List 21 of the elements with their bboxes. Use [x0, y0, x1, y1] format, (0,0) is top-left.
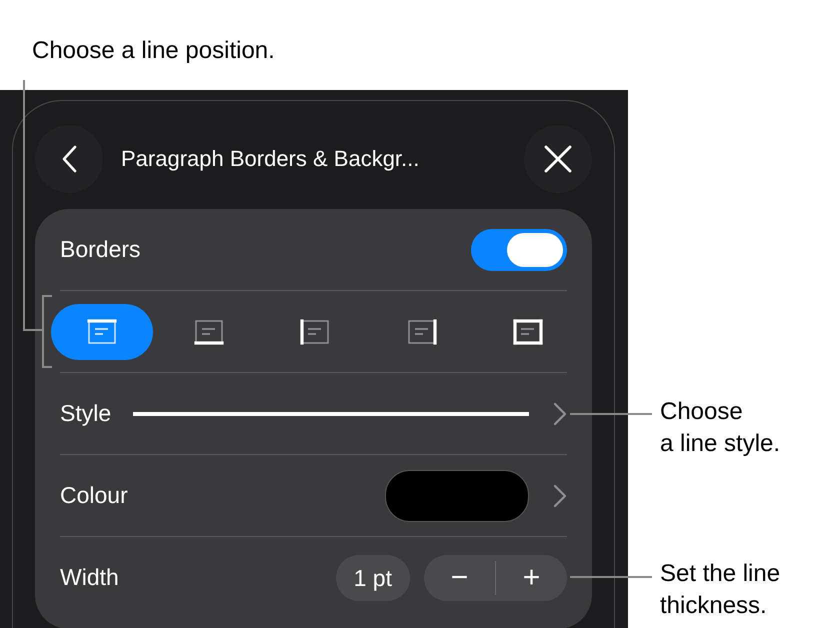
border-position-icon — [85, 318, 119, 346]
row-label: Style — [60, 400, 112, 427]
callout-text: Choose a line position. — [32, 36, 275, 66]
border-position-icon — [511, 318, 545, 346]
row-label: Width — [60, 564, 119, 591]
width-value: 1 pt — [336, 554, 410, 600]
border-position-icon — [298, 318, 332, 346]
back-chevron-icon — [61, 145, 77, 173]
close-icon — [544, 145, 572, 173]
border-position-icon — [192, 318, 226, 346]
row-label: Borders — [60, 236, 141, 263]
row-label: Colour — [60, 482, 128, 509]
chevron-icon[interactable] — [553, 484, 567, 508]
decrease-button[interactable]: − — [424, 554, 495, 600]
callout-text: Set the line thickness. — [660, 559, 780, 622]
chevron-icon[interactable] — [553, 402, 567, 426]
colour-swatch[interactable] — [385, 470, 529, 522]
toggle-switch[interactable] — [471, 228, 567, 270]
increase-button[interactable]: + — [496, 554, 567, 600]
callout-text: Choose a line style. — [660, 397, 780, 460]
panel-title: Paragraph Borders & Backgr... — [120, 146, 420, 172]
